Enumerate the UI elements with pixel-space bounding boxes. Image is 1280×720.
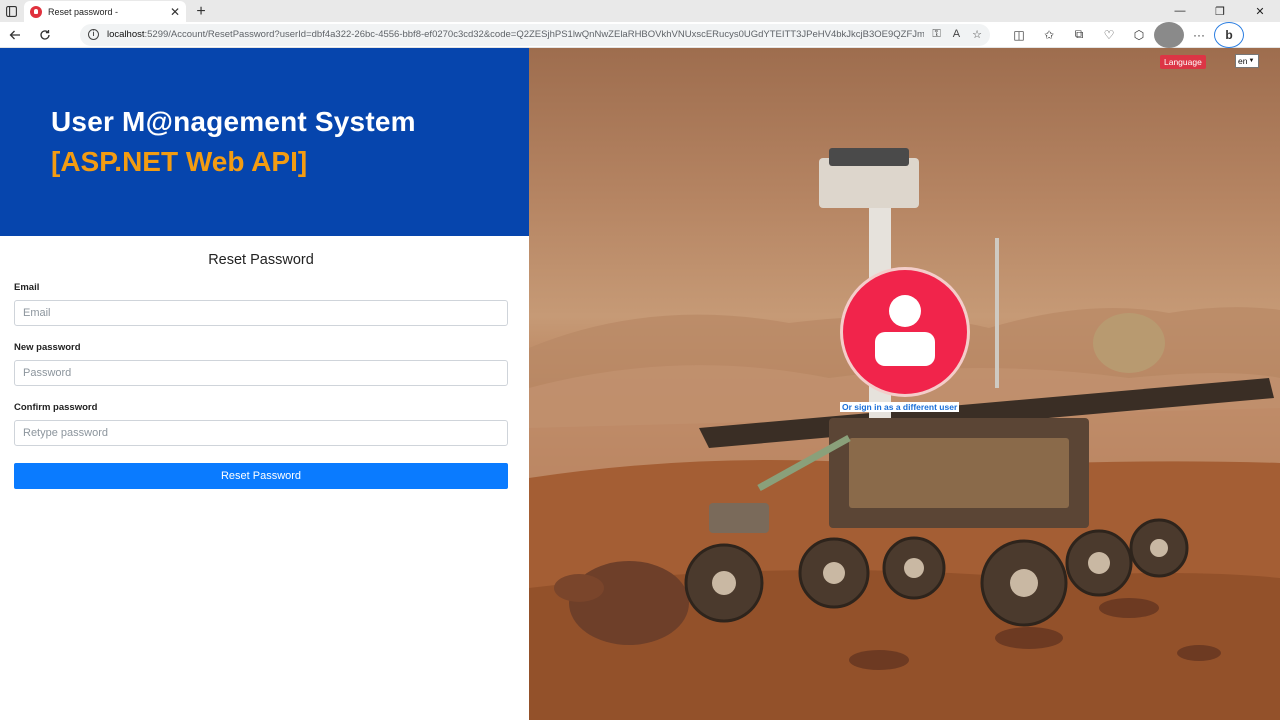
browser-tab[interactable]: Reset password - ✕: [24, 1, 186, 22]
close-window-icon[interactable]: ✕: [1240, 0, 1280, 22]
avatar: [840, 267, 970, 397]
address-bar-actions: ⚿ A ☆: [932, 28, 982, 41]
split-screen-icon[interactable]: ◫: [1004, 22, 1034, 48]
favicon-icon: [30, 5, 42, 18]
new-tab-button[interactable]: +: [190, 1, 212, 22]
sidebar-icon[interactable]: [0, 0, 22, 22]
user-icon: [875, 295, 935, 366]
minimize-icon[interactable]: —: [1160, 0, 1200, 22]
toolbar-icons: ◫ ✩ ⧉ ♡ ⬡ ··· b: [1004, 21, 1244, 48]
back-arrow-icon[interactable]: [0, 22, 30, 48]
url-host: localhost: [107, 29, 145, 40]
password-key-icon[interactable]: ⚿: [932, 28, 940, 41]
page: User M@nagement System [ASP.NET Web API]…: [0, 48, 1280, 720]
profile-icon[interactable]: [1154, 21, 1184, 48]
email-label: Email: [14, 282, 40, 293]
chevron-down-icon: ▼: [1248, 58, 1255, 64]
confirm-password-label: Confirm password: [14, 402, 98, 413]
new-password-input[interactable]: [14, 360, 508, 386]
window-controls: — ❐ ✕: [1160, 0, 1280, 22]
info-icon[interactable]: i: [88, 29, 99, 40]
restore-icon[interactable]: ❐: [1200, 0, 1240, 22]
language-button[interactable]: Language: [1160, 55, 1206, 69]
new-password-label: New password: [14, 342, 81, 353]
favorite-star-icon[interactable]: ☆: [972, 28, 982, 41]
more-icon[interactable]: ···: [1184, 22, 1214, 48]
tab-title: Reset password -: [48, 6, 119, 17]
language-select[interactable]: en ▼: [1235, 54, 1259, 68]
reset-password-button[interactable]: Reset Password: [14, 463, 508, 489]
reset-password-form: Reset Password Email New password Confir…: [0, 236, 529, 489]
collections-icon[interactable]: ⧉: [1064, 22, 1094, 48]
hero-subtitle: [ASP.NET Web API]: [51, 146, 308, 177]
browser-toolbar: i localhost:5299/Account/ResetPassword?u…: [0, 21, 1280, 48]
form-title: Reset Password: [208, 252, 314, 268]
url-path: :5299/Account/ResetPassword?userId=dbf4a…: [144, 29, 925, 40]
mars-rover-background: Language en ▼ Or sign in as a different …: [529, 48, 1280, 720]
bing-icon[interactable]: b: [1214, 21, 1244, 48]
browser-essentials-icon[interactable]: ♡: [1094, 22, 1124, 48]
confirm-password-input[interactable]: [14, 420, 508, 446]
email-input[interactable]: [14, 300, 508, 326]
hero-title: User M@nagement System: [51, 106, 416, 137]
browser-tab-bar: Reset password - ✕ + — ❐ ✕: [0, 0, 1280, 22]
left-pane: User M@nagement System [ASP.NET Web API]…: [0, 48, 529, 720]
sign-in-different-user-link[interactable]: Or sign in as a different user: [840, 402, 960, 412]
extensions-icon[interactable]: ⬡: [1124, 22, 1154, 48]
refresh-icon[interactable]: [30, 22, 60, 48]
hero-banner: User M@nagement System [ASP.NET Web API]: [0, 48, 529, 236]
read-aloud-icon[interactable]: A: [953, 28, 960, 41]
language-select-value: en: [1238, 56, 1248, 66]
favorites-icon[interactable]: ✩: [1034, 22, 1064, 48]
url-text[interactable]: localhost:5299/Account/ResetPassword?use…: [107, 29, 924, 40]
address-bar[interactable]: i localhost:5299/Account/ResetPassword?u…: [80, 23, 990, 46]
tab-close-button[interactable]: ✕: [170, 6, 180, 18]
